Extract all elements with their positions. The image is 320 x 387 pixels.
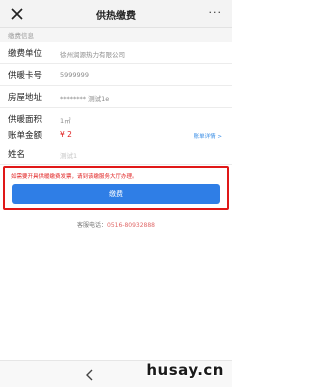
- name-label: 姓名: [8, 150, 26, 160]
- unit-label: 缴费单位: [8, 49, 43, 59]
- page-title: 供热缴费: [96, 11, 136, 22]
- row-card: 供暖卡号 5999999: [0, 64, 232, 86]
- more-icon[interactable]: ···: [209, 7, 223, 18]
- top-bar: 供热缴费 ···: [0, 0, 232, 28]
- row-name: 姓名 测试1: [0, 143, 232, 165]
- back-icon[interactable]: [85, 369, 95, 381]
- service-label: 客服电话：: [77, 222, 108, 229]
- row-address: 房屋地址 ******** 测试1e: [0, 86, 232, 108]
- row-unit: 缴费单位 徐州润源热力有限公司: [0, 42, 232, 64]
- service-phone[interactable]: 0516-80932888: [107, 222, 155, 229]
- card-label: 供暖卡号: [8, 71, 43, 81]
- section-title: 缴费信息: [8, 32, 34, 40]
- watermark: husay.cn: [146, 361, 224, 379]
- name-input[interactable]: 测试1: [60, 150, 77, 160]
- bill-detail-link[interactable]: 账单详情 >: [194, 132, 222, 140]
- amount-label: 账单金额: [8, 131, 43, 141]
- address-label: 房屋地址: [8, 93, 43, 103]
- section-header: 缴费信息: [0, 28, 232, 42]
- unit-value: 徐州润源热力有限公司: [60, 51, 125, 59]
- service-phone-line: 客服电话：0516-80932888: [0, 220, 232, 229]
- pay-button[interactable]: 缴费: [12, 184, 220, 204]
- address-value: ******** 测试1e: [60, 95, 110, 103]
- card-value: 5999999: [60, 71, 89, 79]
- amount-value: ¥ 2: [60, 130, 72, 139]
- invoice-notice: 如需要开具供暖缴费发票，请到该缴服务大厅办理。: [11, 174, 138, 180]
